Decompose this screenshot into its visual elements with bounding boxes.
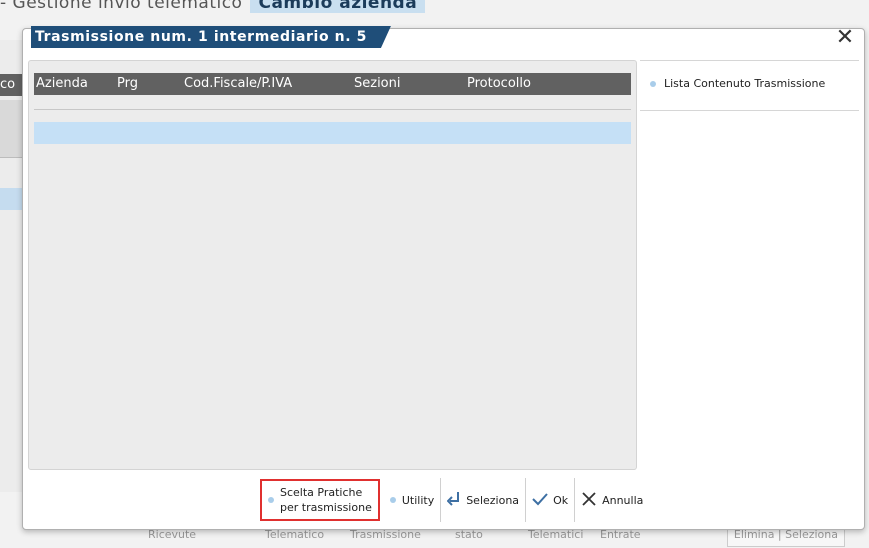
trasmissione-dialog: Trasmissione num. 1 intermediario n. 5 ✕… [22, 28, 865, 530]
annulla-label: Annulla [602, 493, 644, 507]
grid-filter-separator [34, 109, 631, 110]
enter-arrow-icon [446, 491, 461, 510]
background-selected-row[interactable] [0, 188, 24, 210]
seleziona-label: Seleziona [466, 493, 520, 507]
divider [640, 110, 859, 111]
utility-button[interactable]: Utility [384, 478, 442, 522]
ok-button[interactable]: Ok [526, 478, 576, 522]
trasmissione-grid: Azienda Prg Cod.Fiscale/P.IVA Sezioni Pr… [28, 60, 637, 470]
table-row[interactable] [34, 122, 631, 144]
background-grid-subheader [0, 100, 24, 158]
column-header-sezioni[interactable]: Sezioni [354, 73, 401, 95]
dialog-title: Trasmissione num. 1 intermediario n. 5 [31, 26, 391, 48]
background-grid-header: co [0, 74, 24, 96]
cancel-x-icon [581, 491, 597, 510]
close-icon[interactable]: ✕ [834, 27, 856, 49]
grid-header: Azienda Prg Cod.Fiscale/P.IVA Sezioni Pr… [34, 73, 631, 95]
bullet-icon [389, 497, 396, 503]
seleziona-button[interactable]: Seleziona [441, 478, 527, 522]
annulla-button[interactable]: Annulla [575, 478, 649, 522]
background-tab-cambio-azienda[interactable]: Cambio azienda [250, 0, 426, 13]
bullet-icon [650, 81, 656, 87]
bullet-icon [268, 497, 274, 503]
divider [640, 60, 859, 61]
utility-label: Utility [401, 493, 435, 507]
column-header-codfiscale[interactable]: Cod.Fiscale/P.IVA [184, 73, 292, 95]
ok-label: Ok [553, 493, 569, 507]
background-title-prefix: - Gestione invio telematico [0, 0, 243, 13]
scelta-pratiche-button[interactable]: Scelta Pratiche per trasmissione [260, 479, 380, 521]
checkmark-icon [532, 492, 548, 509]
scelta-pratiche-label-1: Scelta Pratiche [280, 486, 363, 499]
column-header-azienda[interactable]: Azienda [36, 73, 88, 95]
side-panel: Lista Contenuto Trasmissione [640, 60, 859, 468]
dialog-toolbar: Scelta Pratiche per trasmissione Utility… [260, 477, 649, 523]
side-item-label: Lista Contenuto Trasmissione [664, 77, 826, 90]
column-header-protocollo[interactable]: Protocollo [467, 73, 531, 95]
scelta-pratiche-label-2: per trasmissione [280, 501, 372, 514]
background-window-title: - Gestione invio telematico Cambio aziend… [0, 0, 426, 15]
column-header-prg[interactable]: Prg [117, 73, 138, 95]
side-item-lista-contenuto[interactable]: Lista Contenuto Trasmissione [650, 77, 825, 90]
